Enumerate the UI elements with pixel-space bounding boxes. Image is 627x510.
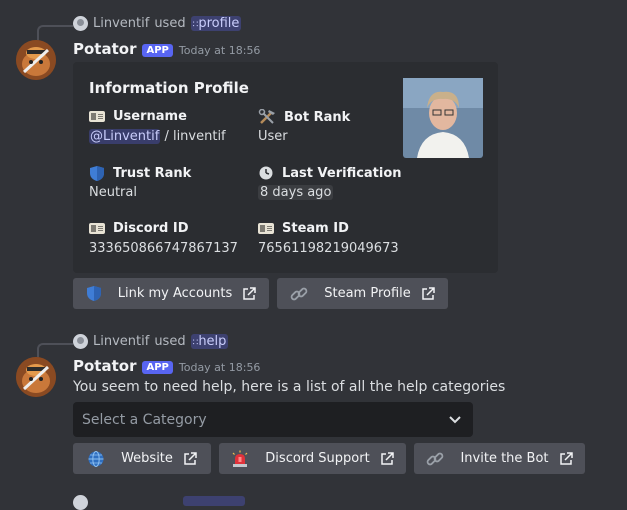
field-last-verification-value: 8 days ago [258,185,334,200]
external-link-icon [184,451,197,465]
user-mini-avatar [73,334,88,349]
field-steam-id-value: 76561198219049673 [258,241,399,256]
slash-command-label: profile [198,16,240,31]
author-name[interactable]: Potator [73,357,136,375]
slash-command-help[interactable]: ∷help [190,334,229,349]
potato-avatar-image [16,40,56,80]
discord-support-label: Discord Support [265,451,370,466]
field-username-label: Username [113,109,187,124]
id-card-icon [89,111,105,122]
id-card-icon [89,223,105,234]
embed-thumbnail[interactable] [403,78,483,158]
external-link-icon [380,451,394,465]
globe-icon [88,450,104,467]
steam-profile-button[interactable]: Steam Profile [277,278,448,309]
field-trust-rank-label: Trust Rank [113,166,192,181]
message-content: You seem to need help, here is a list of… [73,379,506,395]
next-message-command-chip [183,496,245,506]
external-link-icon [243,286,256,300]
bot-avatar[interactable] [16,40,56,80]
field-discord-id-label: Discord ID [113,221,189,236]
field-username-value: @Linventif / linventif [89,129,226,144]
message-header: Potator APP Today at 18:56 [73,357,260,375]
field-last-verification-name: Last Verification [258,165,402,181]
user-mini-avatar [73,16,88,31]
field-steam-id-name: Steam ID [258,221,349,236]
field-bot-rank-name: Bot Rank [258,109,350,125]
field-steam-id-label: Steam ID [282,221,349,236]
command-reply-header[interactable]: Linventif used ∷profile [73,16,242,31]
embed-title: Information Profile [89,79,249,97]
reply-connector [37,343,73,359]
tools-icon [258,109,275,124]
message-timestamp[interactable]: Today at 18:56 [179,44,261,57]
link-accounts-label: Link my Accounts [117,286,233,301]
app-badge: APP [142,361,173,374]
website-label: Website [121,451,173,466]
field-trust-rank-value: Neutral [89,185,137,200]
field-username-name: Username [89,109,187,124]
author-name[interactable]: Potator [73,40,136,58]
bot-avatar[interactable] [16,357,56,397]
command-reply-header[interactable]: Linventif used ∷help [73,334,229,349]
user-mention[interactable]: @Linventif [89,129,161,144]
steam-profile-label: Steam Profile [324,286,411,301]
username-plain: / linventif [160,129,226,144]
id-card-icon [258,223,274,234]
shield-icon [90,166,104,181]
message-timestamp[interactable]: Today at 18:56 [179,361,261,374]
external-link-icon [559,451,573,465]
potato-avatar-image [16,357,56,397]
chevron-down-icon [449,415,461,423]
field-bot-rank-label: Bot Rank [284,109,351,125]
select-placeholder: Select a Category [82,411,207,428]
field-discord-id-name: Discord ID [89,221,189,236]
discord-support-button[interactable]: Discord Support [219,443,406,474]
reply-username[interactable]: Linventif [93,16,149,31]
profile-embed: Information Profile Username @Linventif … [73,62,498,273]
reply-username[interactable]: Linventif [93,334,149,349]
slash-command-profile[interactable]: ∷profile [190,16,242,31]
invite-bot-label: Invite the Bot [460,451,549,466]
link-icon [290,287,308,300]
message-header: Potator APP Today at 18:56 [73,40,260,58]
reply-connector [37,25,73,41]
slash-command-label: help [198,334,227,349]
clock-icon [259,166,273,180]
siren-icon [232,450,248,467]
link-accounts-button[interactable]: Link my Accounts [73,278,269,309]
invite-bot-button[interactable]: Invite the Bot [414,443,585,474]
next-message-mini-avatar [73,495,88,510]
reply-used-text: used [154,16,186,31]
shield-icon [86,286,101,301]
external-link-icon [422,286,435,300]
category-select[interactable]: Select a Category [73,402,473,437]
website-button[interactable]: Website [73,443,211,474]
field-discord-id-value: 333650866747867137 [89,241,238,256]
field-bot-rank-value: User [258,129,288,144]
reply-used-text: used [154,334,186,349]
relative-timestamp[interactable]: 8 days ago [258,185,334,200]
link-icon [427,452,444,465]
field-last-verification-label: Last Verification [282,165,402,181]
field-trust-rank-name: Trust Rank [89,165,191,182]
app-badge: APP [142,44,173,57]
